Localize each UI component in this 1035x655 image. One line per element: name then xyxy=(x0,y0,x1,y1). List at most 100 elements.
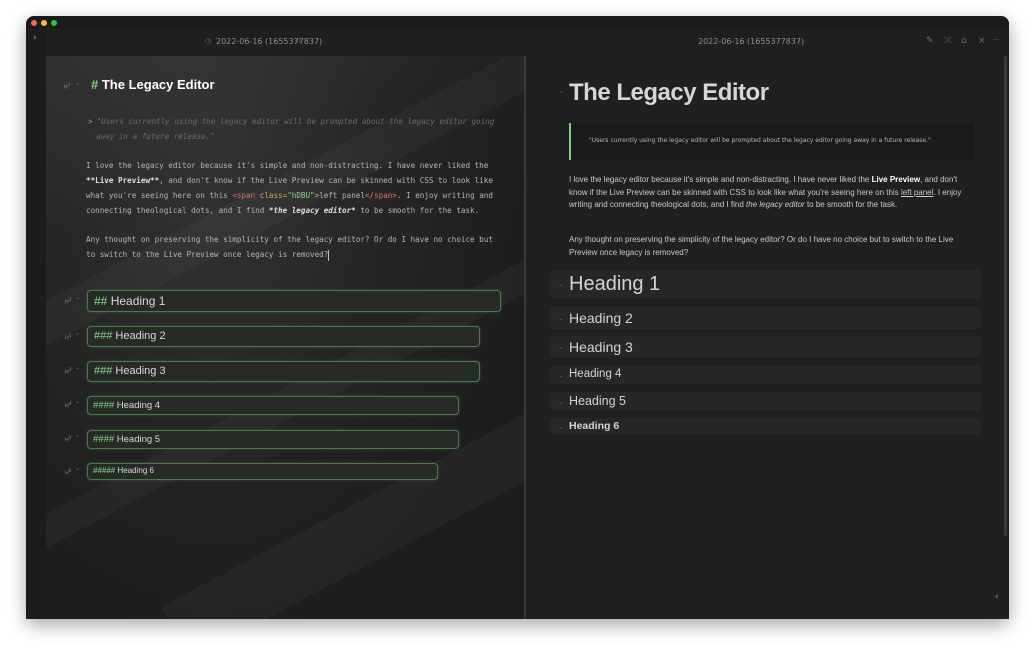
italic-markup: *the legacy editor* xyxy=(268,206,356,215)
source-h1: # The Legacy Editor xyxy=(91,77,215,92)
heading-text: Heading 3 xyxy=(115,365,166,377)
source-heading-1[interactable]: ## Heading 1 xyxy=(87,290,501,312)
heading-text: Heading 5 xyxy=(116,434,161,445)
heading-marker-icon: H4 xyxy=(65,401,72,410)
text-cursor xyxy=(328,249,330,261)
heading-text: Heading 5 xyxy=(569,394,626,408)
preview-paragraph-2: Any thought on preserving the simplicity… xyxy=(569,235,954,257)
preview-heading-6[interactable]: ⌄ Heading 6 xyxy=(550,418,981,435)
heading-marker-icon: H3 xyxy=(65,333,72,342)
text-run: to be smooth for the task. xyxy=(804,200,898,209)
title-bar xyxy=(26,16,1009,28)
edit-icon[interactable]: ✎ xyxy=(926,36,934,46)
heading-text: Heading 2 xyxy=(115,330,166,342)
collapse-panel-icon[interactable]: ‹ xyxy=(995,592,999,602)
expand-sidebar-icon[interactable]: › xyxy=(33,33,37,43)
fold-icon[interactable]: ⌄ xyxy=(75,432,80,439)
source-heading-3[interactable]: ### Heading 3 xyxy=(87,361,480,382)
clock-icon: ◷ xyxy=(205,37,212,45)
left-tab-title[interactable]: 2022-06-16 (1655377837) xyxy=(216,37,322,46)
heading-text: Heading 4 xyxy=(569,368,622,380)
heading-text: Heading 1 xyxy=(569,273,661,295)
heading-text: Heading 3 xyxy=(569,339,633,355)
pane-divider[interactable] xyxy=(524,56,526,619)
fold-icon[interactable]: ⌄ xyxy=(558,281,563,288)
fold-icon[interactable]: ⌄ xyxy=(558,344,563,351)
source-heading-6[interactable]: ##### Heading 6 xyxy=(87,463,438,480)
text-line: to be smooth for the task. xyxy=(355,206,480,215)
preview-quote-text: "Users currently using the legacy editor… xyxy=(589,137,931,144)
preview-heading-3[interactable]: ⌄ Heading 3 xyxy=(550,336,981,357)
heading-hash: ##### xyxy=(93,466,116,475)
unlink-icon[interactable]: ⤫ xyxy=(944,36,951,46)
html-attr: class= xyxy=(255,191,288,200)
link-icon[interactable]: ⊙ xyxy=(295,37,301,45)
html-string: "hDBU" xyxy=(287,191,315,200)
heading-text: Heading 4 xyxy=(116,400,161,411)
preview-scrollbar[interactable] xyxy=(1004,56,1007,536)
fold-icon[interactable]: ⌄ xyxy=(75,364,80,371)
fold-icon[interactable]: ⌄ xyxy=(75,330,80,337)
heading-text: Heading 6 xyxy=(117,466,154,475)
fold-icon[interactable]: ⌄ xyxy=(558,399,563,406)
pin-icon[interactable]: ⌂ xyxy=(961,36,967,46)
bold-text: Live Preview xyxy=(871,175,921,184)
source-heading-4[interactable]: #### Heading 4 xyxy=(87,396,459,415)
source-heading-2[interactable]: ### Heading 2 xyxy=(87,326,480,347)
preview-heading-4[interactable]: ⌄ Heading 4 xyxy=(550,365,981,384)
fold-icon[interactable]: ⌄ xyxy=(559,88,564,95)
heading-marker-icon: H6 xyxy=(65,468,72,477)
heading-marker-icon: H1 xyxy=(64,82,71,91)
right-tab-title[interactable]: 2022-06-16 (1655377837) xyxy=(698,37,804,46)
bold-markup: **Live Preview** xyxy=(86,176,160,185)
text-line: Any thought on preserving the simplicity… xyxy=(86,235,493,244)
source-blockquote[interactable]: > "Users currently using the legacy edito… xyxy=(88,114,498,144)
fold-icon[interactable]: ⌄ xyxy=(558,372,563,379)
source-heading-5[interactable]: #### Heading 5 xyxy=(87,430,459,449)
text-line: to switch to the Live Preview once legac… xyxy=(86,250,329,259)
html-tag: </span> xyxy=(364,191,397,200)
quote-line: away in a future release." xyxy=(96,132,215,141)
text-line: . I enjoy writing and xyxy=(396,191,493,200)
heading-marker-icon: H3 xyxy=(65,367,72,376)
fold-icon[interactable]: ⌄ xyxy=(75,80,80,87)
close-window-button[interactable] xyxy=(31,20,37,26)
fold-icon[interactable]: ⌄ xyxy=(75,398,80,405)
minimize-window-button[interactable] xyxy=(41,20,47,26)
fold-icon[interactable]: ⌄ xyxy=(75,294,80,301)
heading-hash: ### xyxy=(94,365,113,377)
source-paragraph-2[interactable]: Any thought on preserving the simplicity… xyxy=(86,232,506,262)
preview-blockquote: "Users currently using the legacy editor… xyxy=(569,123,974,160)
source-paragraph-1[interactable]: I love the legacy editor because it's si… xyxy=(86,158,506,218)
italic-text: the legacy editor xyxy=(746,200,805,209)
heading-hash: ## xyxy=(94,294,108,308)
html-tag: <span xyxy=(232,191,256,200)
quote-line: "Users currently using the legacy editor… xyxy=(96,117,495,126)
text-line: I love the legacy editor because it's si… xyxy=(86,161,489,170)
fold-icon[interactable]: ⌄ xyxy=(558,315,563,322)
preview-heading-5[interactable]: ⌄ Heading 5 xyxy=(550,392,981,411)
preview-heading-1[interactable]: ⌄ Heading 1 xyxy=(550,270,981,299)
fold-icon[interactable]: ⌄ xyxy=(75,465,80,472)
preview-title: The Legacy Editor xyxy=(569,79,769,106)
underlined-text: left panel xyxy=(900,187,934,197)
heading-marker-icon: H2 xyxy=(65,297,72,306)
heading-hash: ### xyxy=(94,330,113,342)
heading-text: Heading 2 xyxy=(569,310,633,326)
heading-hash: #### xyxy=(93,434,115,445)
text-run: I love the legacy editor because it's si… xyxy=(569,175,872,184)
heading-marker-icon: H5 xyxy=(65,435,72,444)
preview-heading-2[interactable]: ⌄ Heading 2 xyxy=(550,307,981,329)
close-pane-icon[interactable]: × xyxy=(978,36,986,46)
quote-marker: > xyxy=(88,117,93,126)
zoom-window-button[interactable] xyxy=(51,20,57,26)
heading-text: Heading 6 xyxy=(569,420,620,432)
h1-text: The Legacy Editor xyxy=(101,77,215,92)
text-line: what you're seeing here on this xyxy=(86,191,233,200)
heading-text: Heading 1 xyxy=(110,294,166,308)
fold-icon[interactable]: ⌄ xyxy=(558,424,563,431)
h1-hash: # xyxy=(91,77,99,92)
preview-paragraph-1: I love the legacy editor because it's si… xyxy=(569,174,974,212)
more-options-icon[interactable]: ··· xyxy=(993,36,1000,44)
heading-hash: #### xyxy=(93,400,115,411)
